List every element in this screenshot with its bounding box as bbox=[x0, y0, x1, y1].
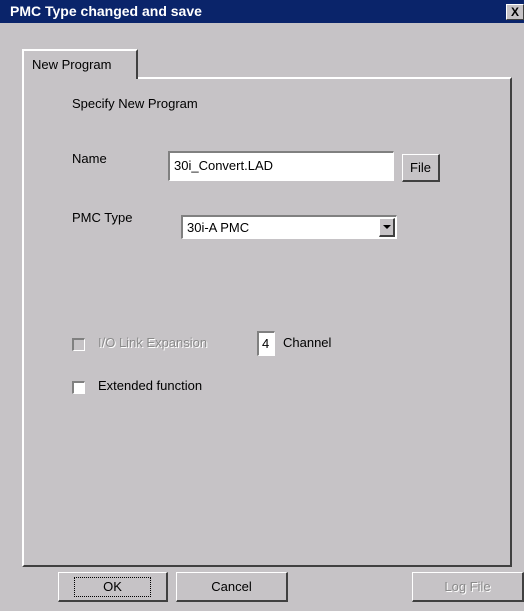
window-title: PMC Type changed and save bbox=[10, 3, 202, 19]
name-value: 30i_Convert.LAD bbox=[174, 158, 273, 173]
tab-label: New Program bbox=[32, 57, 112, 72]
io-link-label: I/O Link Expansion bbox=[98, 335, 208, 350]
tab-new-program[interactable]: New Program bbox=[22, 49, 138, 79]
channel-label: Channel bbox=[283, 335, 332, 350]
cancel-button[interactable]: Cancel bbox=[176, 572, 288, 602]
name-input[interactable]: 30i_Convert.LAD bbox=[168, 151, 394, 181]
channel-input[interactable]: 4 bbox=[257, 331, 275, 356]
ok-label: OK bbox=[74, 577, 151, 597]
pmc-type-label: PMC Type bbox=[72, 210, 133, 225]
extended-function-label: Extended function bbox=[98, 378, 203, 393]
pmc-type-value: 30i-A PMC bbox=[187, 220, 250, 235]
title-bar: PMC Type changed and save X bbox=[0, 0, 524, 23]
close-button[interactable]: X bbox=[506, 4, 524, 20]
name-label: Name bbox=[72, 151, 107, 166]
extended-function-checkbox[interactable] bbox=[72, 381, 85, 394]
close-icon: X bbox=[510, 5, 519, 19]
chevron-down-icon[interactable] bbox=[379, 218, 395, 237]
pmc-type-select[interactable]: 30i-A PMC bbox=[181, 215, 397, 239]
channel-value: 4 bbox=[262, 336, 270, 351]
dialog-window: PMC Type changed and save X New Program … bbox=[0, 0, 524, 611]
io-link-checkbox[interactable] bbox=[72, 338, 85, 351]
log-file-button[interactable]: Log File bbox=[412, 572, 524, 602]
section-heading: Specify New Program bbox=[72, 96, 198, 111]
file-button[interactable]: File bbox=[402, 154, 440, 182]
ok-button[interactable]: OK bbox=[58, 572, 168, 602]
